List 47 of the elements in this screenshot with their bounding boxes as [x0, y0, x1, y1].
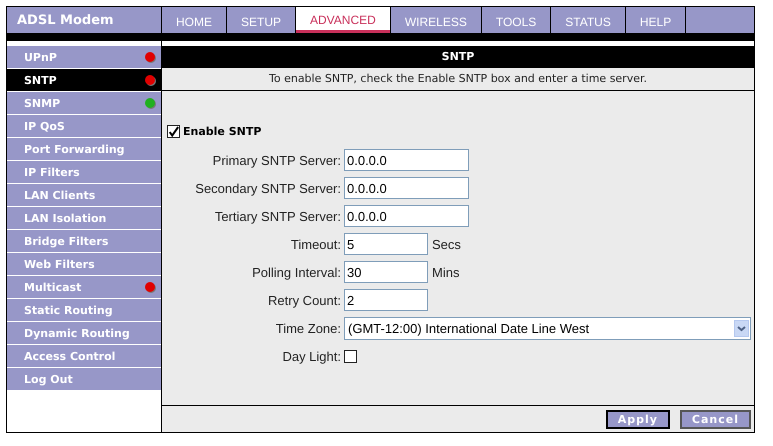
sidebar-item[interactable]: Bridge Filters — [7, 230, 161, 252]
panel-title: SNTP — [162, 46, 754, 68]
nav-tab[interactable]: ADVANCED — [296, 7, 390, 33]
sidebar-item[interactable]: SNMP — [7, 92, 161, 114]
input-field[interactable]: 5 — [344, 233, 428, 255]
nav-tab[interactable]: TOOLS — [482, 7, 550, 33]
sidebar-item[interactable]: UPnP — [7, 46, 161, 68]
nav-tab[interactable]: STATUS — [551, 7, 625, 33]
field-label: Polling Interval: — [251, 264, 341, 280]
sidebar-item[interactable]: Web Filters — [7, 253, 161, 275]
sidebar-item[interactable]: Port Forwarding — [7, 138, 161, 160]
sidebar-item[interactable]: Dynamic Routing — [7, 322, 161, 344]
field-label: Retry Count: — [267, 292, 341, 308]
field-label: Day Light: — [281, 348, 341, 364]
field-label: Tertiary SNTP Server: — [214, 208, 341, 224]
field-label: Time Zone: — [274, 320, 341, 336]
input-field[interactable]: 0.0.0.0 — [344, 177, 469, 199]
field-label: Primary SNTP Server: — [212, 152, 341, 168]
apply-button[interactable]: Apply — [606, 410, 670, 428]
sidebar-item[interactable]: Access Control — [7, 345, 161, 367]
brand-title: ADSL Modem — [7, 7, 161, 33]
sidebar-item[interactable]: IP Filters — [7, 161, 161, 183]
sidebar-item[interactable]: IP QoS — [7, 115, 161, 137]
nav-tab[interactable]: HOME — [162, 7, 226, 33]
unit-label: Secs — [432, 236, 461, 252]
field-label: Secondary SNTP Server: — [194, 180, 341, 196]
checkbox-label: Enable SNTP — [183, 125, 262, 138]
input-field[interactable]: 0.0.0.0 — [344, 205, 469, 227]
sidebar-item[interactable]: LAN Isolation — [7, 207, 161, 229]
sidebar-item[interactable]: LAN Clients — [7, 184, 161, 206]
nav-tab[interactable]: WIRELESS — [390, 7, 481, 33]
nav-tab[interactable]: HELP — [626, 7, 686, 33]
input-field[interactable]: 2 — [344, 289, 428, 311]
field-label: Timeout: — [290, 236, 341, 252]
unit-label: Mins — [432, 264, 460, 280]
input-field[interactable]: 0.0.0.0 — [344, 149, 469, 171]
sidebar-item[interactable]: Log Out — [7, 368, 161, 390]
cancel-button[interactable]: Cancel — [680, 410, 751, 428]
sidebar-item[interactable]: Static Routing — [7, 299, 161, 321]
sidebar-item[interactable]: SNTP — [7, 69, 161, 91]
sidebar-item[interactable]: Multicast — [7, 276, 161, 298]
checkbox[interactable] — [167, 125, 180, 138]
nav-tab[interactable]: SETUP — [227, 7, 296, 33]
input-field[interactable]: 30 — [344, 261, 428, 283]
checkbox[interactable] — [344, 350, 357, 362]
panel-description: To enable SNTP, check the Enable SNTP box and enter a time server. — [162, 68, 754, 91]
time-zone-dropdown[interactable]: (GMT-12:00) International Date Line West — [344, 316, 751, 340]
